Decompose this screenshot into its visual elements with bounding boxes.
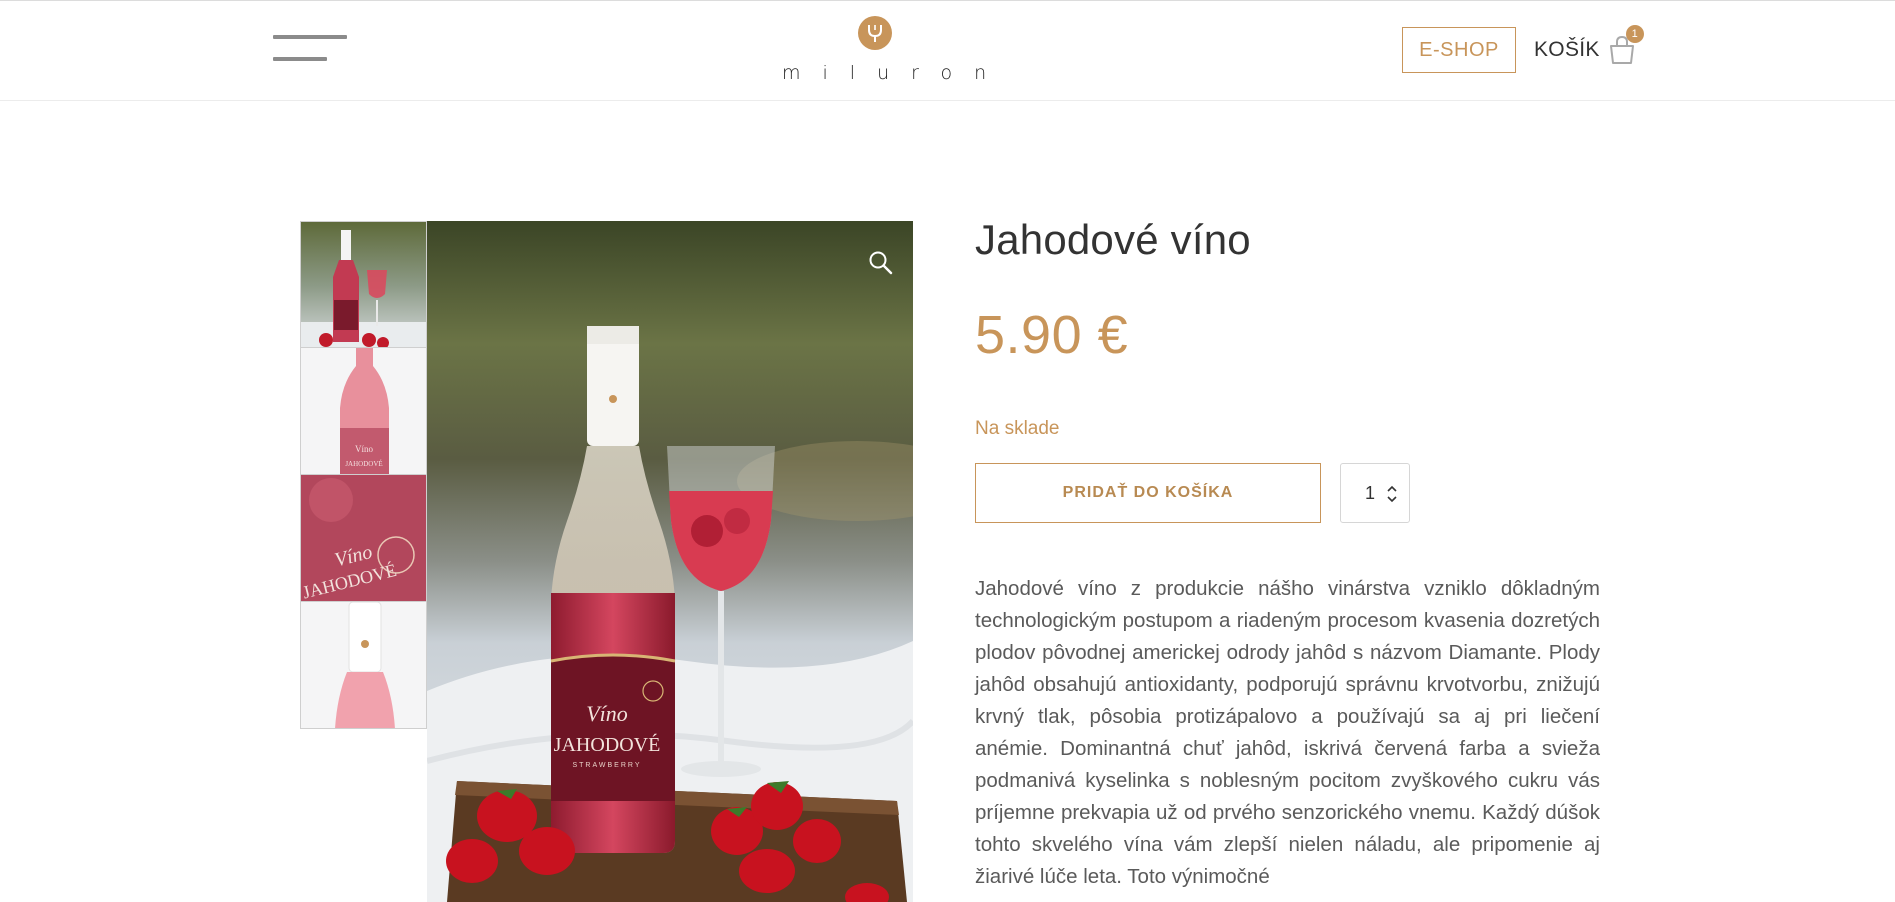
logo-wineglass-icon [858,16,892,50]
stock-status: Na sklade [975,418,1060,439]
thumbnail-3[interactable]: Víno JAHODOVÉ [300,475,427,602]
logo-wordmark: miluron [782,62,1009,84]
menu-toggle-icon[interactable] [273,31,349,65]
thumbnail-2[interactable]: Víno JAHODOVÉ [300,348,427,475]
thumbnail-4[interactable] [300,602,427,729]
magnifier-icon[interactable] [868,250,894,276]
quantity-stepper[interactable]: 1 [1340,463,1410,523]
thumbnail-1[interactable] [300,221,427,348]
svg-text:Víno: Víno [355,444,374,454]
site-logo[interactable]: miluron [760,16,990,86]
stepper-arrows-icon[interactable] [1387,483,1397,505]
eshop-button[interactable]: E-SHOP [1402,27,1516,73]
svg-text:STRAWBERRY: STRAWBERRY [572,762,641,769]
cart-count-badge: 1 [1625,25,1644,43]
menu-line [273,57,327,61]
cart-label: KOŠÍK [1534,38,1600,61]
site-header: miluron E-SHOP KOŠÍK 1 [0,1,1895,101]
menu-line [273,35,347,39]
add-to-cart-button[interactable]: PRIDAŤ DO KOŠÍKA [975,463,1321,523]
svg-text:Víno: Víno [586,701,628,726]
svg-text:JAHODOVÉ: JAHODOVÉ [554,733,661,756]
shopping-bag-icon: 1 [1608,25,1644,65]
quantity-value: 1 [1365,482,1376,503]
product-description: Jahodové víno z produkcie nášho vinárstv… [975,577,1600,888]
gallery-thumbnails: Víno JAHODOVÉ Víno JAHODOVÉ [300,221,427,729]
product-price: 5.90 € [975,305,1129,365]
svg-text:JAHODOVÉ: JAHODOVÉ [345,460,382,468]
cart-link[interactable]: KOŠÍK 1 [1534,25,1644,73]
product-title: Jahodové víno [975,216,1251,263]
main-product-image[interactable]: Víno JAHODOVÉ STRAWBERRY [427,221,913,902]
